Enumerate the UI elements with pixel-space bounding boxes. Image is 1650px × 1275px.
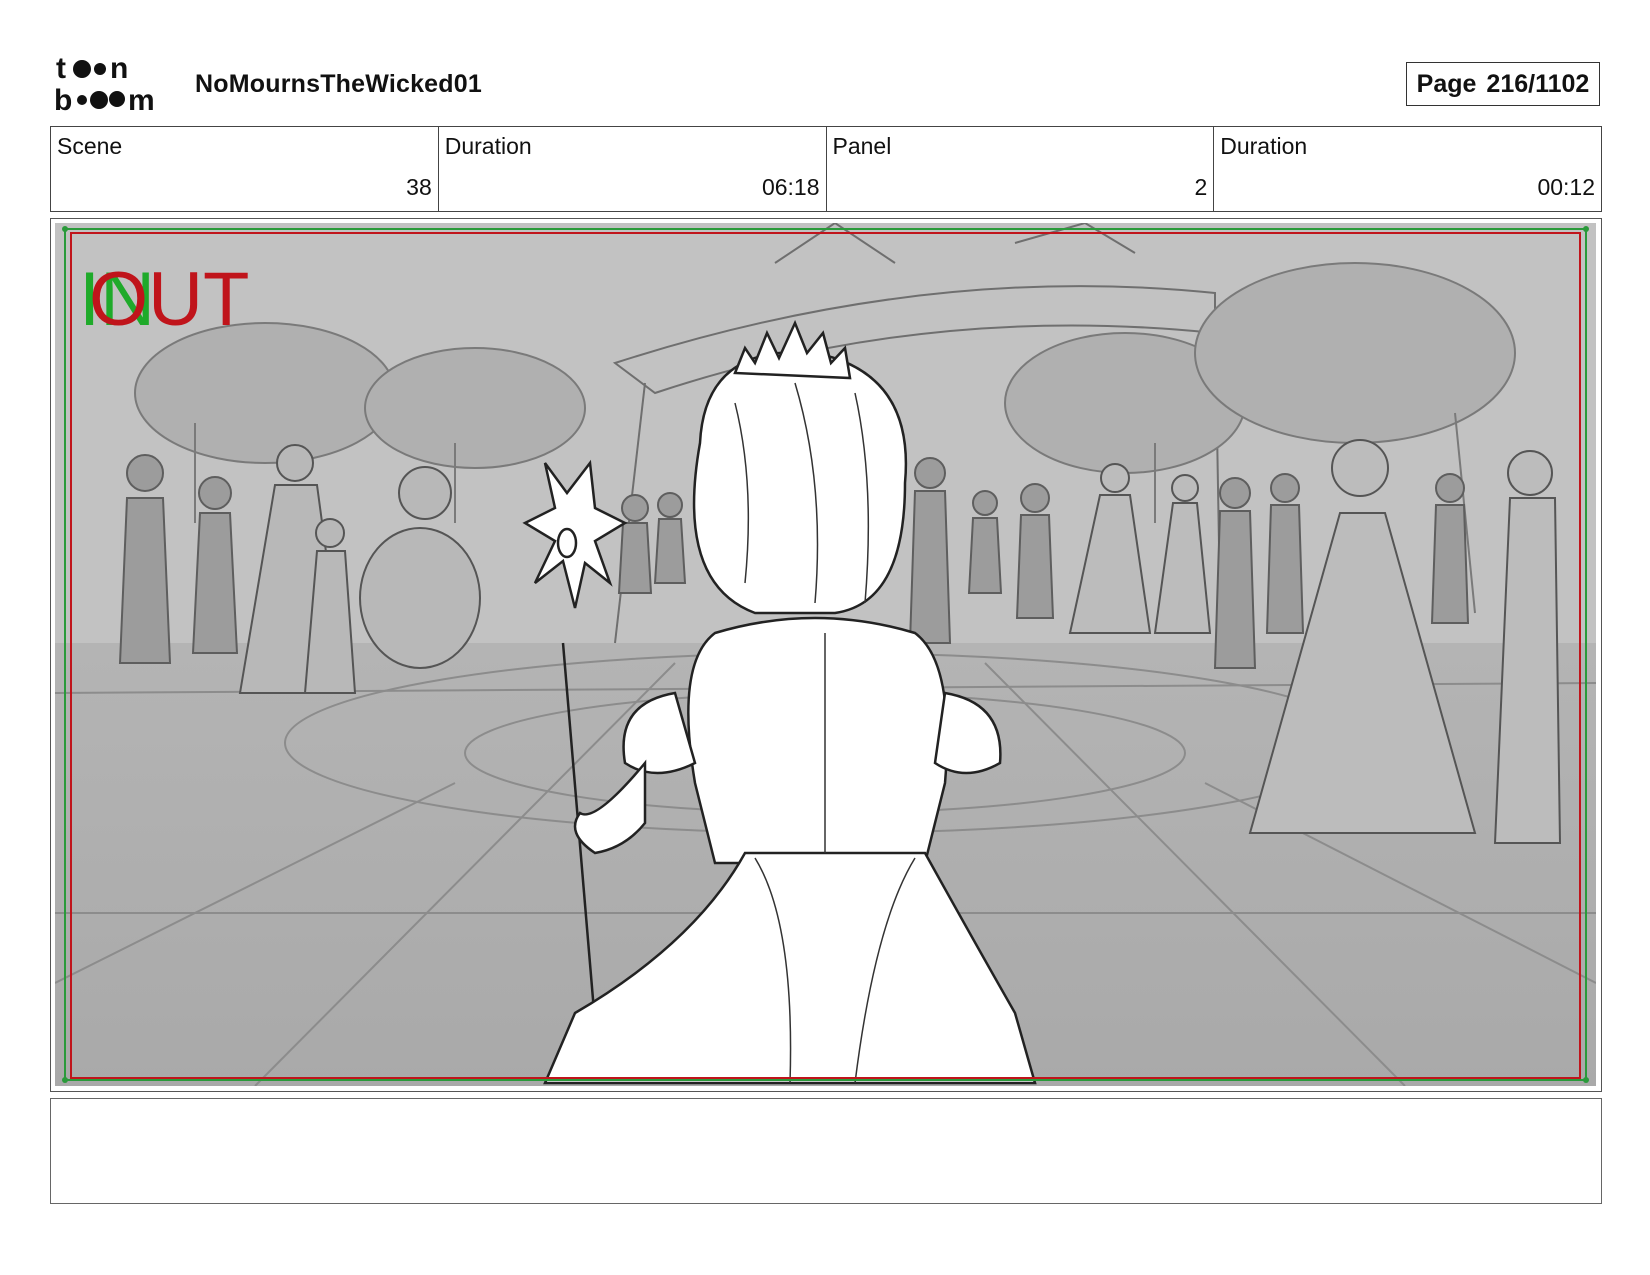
scene-value: 38 <box>406 174 432 200</box>
panel-duration-cell: Duration 00:12 <box>1214 127 1601 211</box>
page-indicator: Page 216/1102 <box>1406 62 1600 106</box>
panel-value: 2 <box>1194 174 1208 200</box>
svg-text:b: b <box>54 84 72 114</box>
project-title: NoMournsTheWicked01 <box>195 70 482 98</box>
out-marker: OUT <box>89 257 249 342</box>
panel-duration-value: 00:12 <box>1537 174 1595 200</box>
toon-boom-logo: t n b m <box>54 52 155 114</box>
scene-cell: Scene 38 <box>51 127 439 211</box>
panel-duration-label: Duration <box>1220 133 1308 159</box>
storyboard-panel: IN OUT <box>50 218 1602 1092</box>
panel-notes-box <box>50 1098 1602 1204</box>
scene-duration-label: Duration <box>444 133 532 159</box>
svg-text:m: m <box>128 84 155 114</box>
panel-drawing: IN OUT <box>55 223 1596 1086</box>
scene-duration-value: 06:18 <box>761 174 820 200</box>
scene-label: Scene <box>57 133 123 159</box>
svg-text:t: t <box>56 52 66 85</box>
scene-info-table: Scene 38 Duration 06:18 Panel 2 Duration… <box>50 126 1602 212</box>
panel-cell: Panel 2 <box>827 127 1215 211</box>
svg-text:n: n <box>110 52 128 85</box>
page-number: 216/1102 <box>1486 69 1590 98</box>
scene-duration-cell: Duration 06:18 <box>439 127 827 211</box>
panel-label: Panel <box>832 133 892 159</box>
page-label: Page <box>1416 69 1477 98</box>
